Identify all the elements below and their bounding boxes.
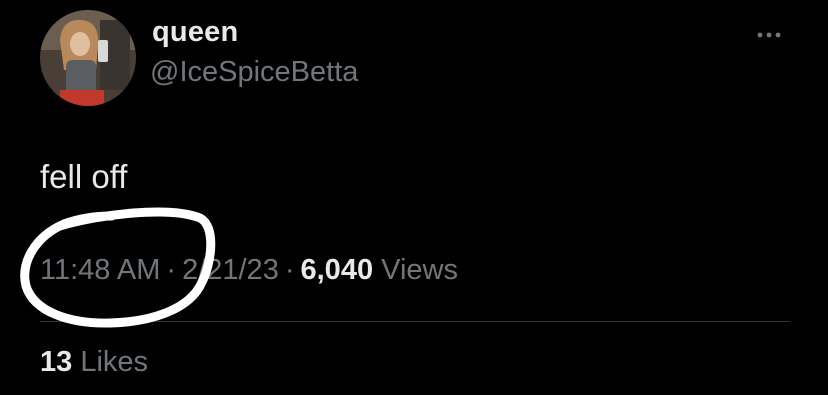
more-options-button[interactable]: [752, 18, 786, 52]
tweet-date[interactable]: 2/21/23: [182, 254, 279, 286]
tweet-text: fell off: [40, 158, 128, 195]
meta-separator: ·: [284, 254, 295, 286]
views-label: Views: [381, 254, 458, 286]
likes-label: Likes: [80, 346, 149, 378]
tweet-detail: queen @IceSpiceBetta fell off 11:48 AM · 2…: [0, 0, 828, 395]
avatar-photo: [40, 10, 136, 106]
more-horizontal-icon: [757, 32, 781, 38]
divider: [40, 321, 790, 322]
tweet-metadata: 11:48 AM · 2/21/23 · 6,040 Views: [40, 254, 458, 287]
author-display-name[interactable]: queen: [152, 16, 238, 49]
views-count: 6,040: [300, 254, 374, 286]
avatar[interactable]: [40, 10, 136, 106]
tweet-time[interactable]: 11:48 AM: [40, 254, 160, 286]
meta-separator: ·: [166, 254, 177, 286]
author-handle[interactable]: @IceSpiceBetta: [150, 56, 358, 89]
likes-stat[interactable]: 13 Likes: [40, 346, 148, 379]
likes-count: 13: [40, 346, 73, 378]
